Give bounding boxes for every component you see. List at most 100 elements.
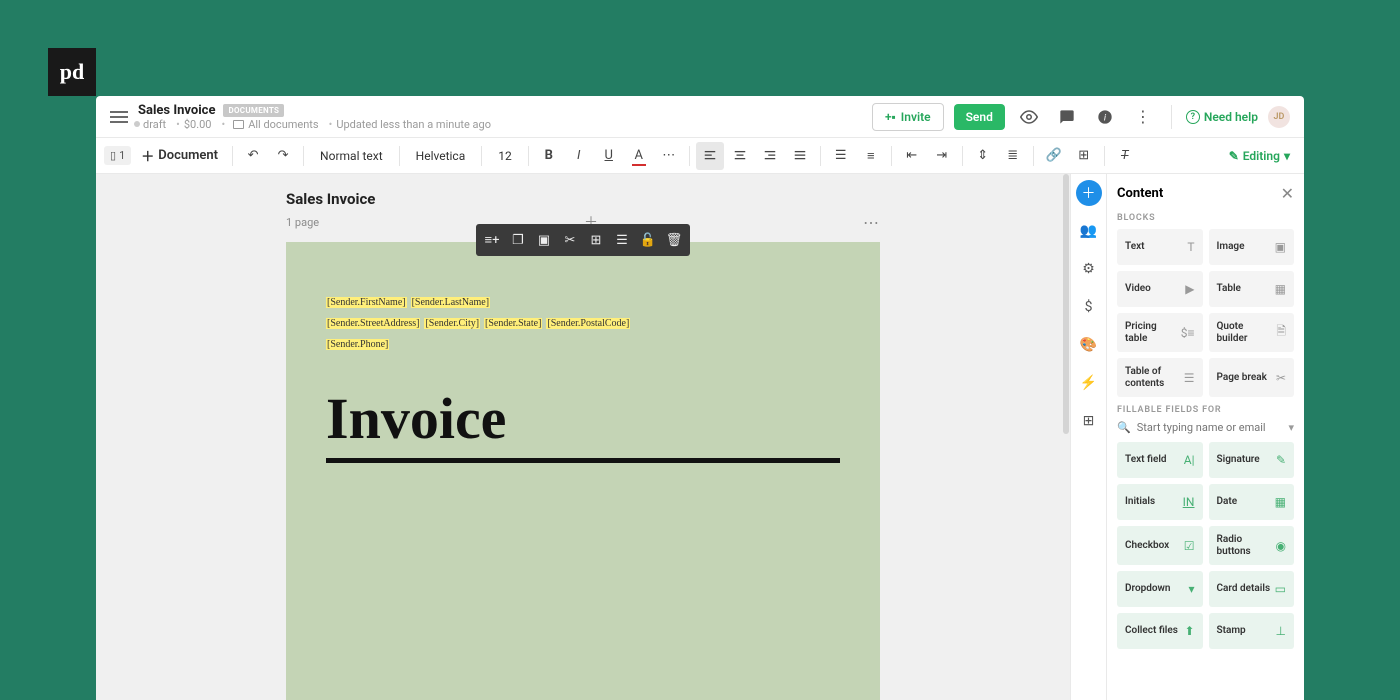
recipients-icon[interactable]: 👥 bbox=[1076, 218, 1102, 244]
brand-logo: pd bbox=[48, 48, 96, 96]
clear-format-icon[interactable]: T bbox=[1111, 142, 1139, 170]
spacing-icon[interactable]: ⇕ bbox=[969, 142, 997, 170]
pagebreak-icon: ✂ bbox=[1276, 371, 1286, 385]
block-toc[interactable]: Table of contents☰ bbox=[1117, 358, 1203, 397]
title-column: Sales Invoice DOCUMENTS draft $0.00 All … bbox=[138, 103, 491, 131]
field-text[interactable]: Text fieldA| bbox=[1117, 442, 1203, 478]
align-left-icon[interactable] bbox=[696, 142, 724, 170]
link-icon[interactable]: 🔗 bbox=[1040, 142, 1068, 170]
italic-icon[interactable]: I bbox=[565, 142, 593, 170]
upload-icon: ⬆ bbox=[1184, 624, 1194, 638]
underline-icon[interactable]: U bbox=[595, 142, 623, 170]
align-justify-icon[interactable] bbox=[786, 142, 814, 170]
text-style-select[interactable]: Normal text bbox=[310, 142, 393, 170]
pages-indicator[interactable]: ▯1 bbox=[104, 146, 131, 165]
automation-icon[interactable]: ⚡ bbox=[1076, 370, 1102, 396]
add-document-button[interactable]: ＋ Document bbox=[133, 146, 226, 165]
block-image[interactable]: Image▣ bbox=[1209, 229, 1295, 265]
field-checkbox[interactable]: Checkbox☑ bbox=[1117, 526, 1203, 565]
menu-icon[interactable] bbox=[110, 111, 128, 123]
initials-icon: IN bbox=[1183, 495, 1195, 509]
blocks-section-label: BLOCKS bbox=[1117, 213, 1294, 223]
updated-text: Updated less than a minute ago bbox=[325, 118, 491, 131]
cut-icon[interactable]: ✂ bbox=[558, 228, 582, 252]
block-pricing[interactable]: Pricing table$≡ bbox=[1117, 313, 1203, 352]
preview-icon[interactable] bbox=[1015, 103, 1043, 131]
stamp-icon: ⊥ bbox=[1276, 624, 1286, 638]
invoice-heading[interactable]: Invoice bbox=[326, 385, 840, 463]
block-text[interactable]: TextT bbox=[1117, 229, 1203, 265]
text-icon: T bbox=[1187, 240, 1194, 254]
text-color-icon[interactable]: A bbox=[625, 142, 653, 170]
number-list-icon[interactable]: ≡ bbox=[857, 142, 885, 170]
field-card[interactable]: Card details▭ bbox=[1209, 571, 1295, 607]
right-rail: ＋ 👥 ⚙ $ 🎨 ⚡ ⊞ bbox=[1070, 174, 1106, 700]
payments-icon[interactable]: $ bbox=[1076, 294, 1102, 320]
field-date[interactable]: Date▦ bbox=[1209, 484, 1295, 520]
field-initials[interactable]: InitialsIN bbox=[1117, 484, 1203, 520]
apps-icon[interactable]: ⊞ bbox=[1076, 408, 1102, 434]
block-video[interactable]: Video▶ bbox=[1117, 271, 1203, 307]
more-icon[interactable]: ⋮ bbox=[1129, 103, 1157, 131]
page-menu-icon[interactable]: ⋯ bbox=[863, 213, 880, 232]
align-right-icon[interactable] bbox=[756, 142, 784, 170]
user-avatar[interactable]: JD bbox=[1268, 106, 1290, 128]
canvas-scroll[interactable]: Sales Invoice 1 page ＋ ⋯ ≡+ ❐ ▣ ✂ ⊞ ☰ 🔓 … bbox=[96, 174, 1070, 700]
document-title[interactable]: Sales Invoice bbox=[138, 103, 215, 118]
more-format-icon[interactable]: ⋯ bbox=[655, 142, 683, 170]
field-collect[interactable]: Collect files⬆ bbox=[1117, 613, 1203, 649]
variables-icon[interactable]: ⚙ bbox=[1076, 256, 1102, 282]
mode-toggle[interactable]: ✎ Editing ▾ bbox=[1229, 149, 1290, 163]
field-radio[interactable]: Radio buttons◉ bbox=[1209, 526, 1295, 565]
canvas-title: Sales Invoice bbox=[286, 190, 880, 208]
help-link[interactable]: ?Need help bbox=[1186, 110, 1258, 124]
font-size-select[interactable]: 12 bbox=[488, 142, 522, 170]
scrollbar[interactable] bbox=[1063, 174, 1069, 434]
location-text[interactable]: All documents bbox=[248, 118, 318, 131]
field-dropdown[interactable]: Dropdown▾ bbox=[1117, 571, 1203, 607]
close-panel-icon[interactable]: ✕ bbox=[1281, 184, 1294, 203]
fields-section-label: FILLABLE FIELDS FOR bbox=[1117, 405, 1294, 415]
delete-icon[interactable]: 🗑 bbox=[662, 228, 686, 252]
sender-variables[interactable]: [Sender.FirstName] [Sender.LastName] [Se… bbox=[326, 290, 840, 351]
select-icon[interactable]: ▣ bbox=[532, 228, 556, 252]
bold-icon[interactable]: B bbox=[535, 142, 563, 170]
doc-meta: draft $0.00 All documents Updated less t… bbox=[134, 118, 491, 131]
insert-icon[interactable]: ⊞ bbox=[1070, 142, 1098, 170]
folder-icon bbox=[233, 120, 244, 129]
settings-icon[interactable]: ☰ bbox=[610, 228, 634, 252]
bullet-list-icon[interactable]: ☰ bbox=[827, 142, 855, 170]
block-pagebreak[interactable]: Page break✂ bbox=[1209, 358, 1295, 397]
add-block-icon[interactable]: ≡+ bbox=[480, 228, 504, 252]
paste-icon[interactable]: ⊞ bbox=[584, 228, 608, 252]
font-select[interactable]: Helvetica bbox=[406, 142, 476, 170]
chevron-down-icon[interactable]: ▾ bbox=[1288, 421, 1294, 434]
add-content-icon[interactable]: ＋ bbox=[1076, 180, 1102, 206]
comment-icon[interactable] bbox=[1053, 103, 1081, 131]
video-icon: ▶ bbox=[1185, 282, 1194, 296]
send-button[interactable]: Send bbox=[954, 104, 1005, 130]
duplicate-icon[interactable]: ❐ bbox=[506, 228, 530, 252]
signature-icon: ✎ bbox=[1276, 453, 1286, 467]
field-stamp[interactable]: Stamp⊥ bbox=[1209, 613, 1295, 649]
recipient-input[interactable] bbox=[1137, 421, 1283, 434]
invite-button[interactable]: +▪Invite bbox=[872, 103, 944, 131]
document-page[interactable]: ≡+ ❐ ▣ ✂ ⊞ ☰ 🔓 🗑 [Sender.FirstName] [Sen… bbox=[286, 242, 880, 700]
undo-icon[interactable]: ↶ bbox=[239, 142, 267, 170]
outdent-icon[interactable]: ⇤ bbox=[898, 142, 926, 170]
redo-icon[interactable]: ↷ bbox=[269, 142, 297, 170]
image-icon: ▣ bbox=[1275, 240, 1286, 254]
block-quote[interactable]: Quote builder🗎 bbox=[1209, 313, 1295, 352]
add-person-icon: +▪ bbox=[885, 110, 896, 124]
field-signature[interactable]: Signature✎ bbox=[1209, 442, 1295, 478]
lock-icon[interactable]: 🔓 bbox=[636, 228, 660, 252]
indent-icon[interactable]: ⇥ bbox=[928, 142, 956, 170]
page-count: 1 page bbox=[286, 216, 319, 229]
status-text: draft bbox=[143, 118, 166, 131]
info-icon[interactable]: i bbox=[1091, 103, 1119, 131]
align-center-icon[interactable] bbox=[726, 142, 754, 170]
recipient-search[interactable]: 🔍 ▾ bbox=[1117, 421, 1294, 434]
design-icon[interactable]: 🎨 bbox=[1076, 332, 1102, 358]
line-height-icon[interactable]: ≣ bbox=[999, 142, 1027, 170]
block-table[interactable]: Table▦ bbox=[1209, 271, 1295, 307]
